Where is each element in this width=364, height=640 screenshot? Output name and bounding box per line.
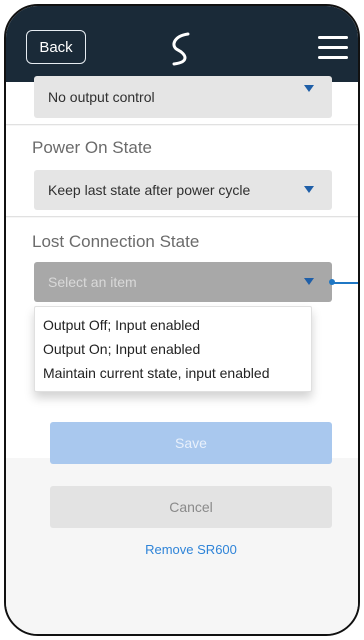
hamburger-menu-icon[interactable]: [318, 36, 348, 59]
lost-connection-placeholder: Select an item: [48, 274, 137, 290]
back-button[interactable]: Back: [26, 30, 86, 64]
output-control-select[interactable]: No output control: [34, 76, 332, 118]
cancel-button[interactable]: Cancel: [50, 486, 332, 528]
app-header: Back: [6, 6, 358, 82]
dropdown-option[interactable]: Maintain current state, input enabled: [35, 361, 311, 385]
remove-device-link[interactable]: Remove SR600: [50, 542, 332, 557]
chevron-down-icon: [304, 85, 314, 92]
power-on-state-select[interactable]: Keep last state after power cycle: [34, 170, 332, 210]
power-on-state-value: Keep last state after power cycle: [48, 182, 251, 198]
phone-frame: Back No output control Power On State Ke…: [4, 4, 360, 636]
lost-connection-label: Lost Connection State: [32, 232, 200, 251]
callout-line: [332, 282, 358, 284]
save-button[interactable]: Save: [50, 422, 332, 464]
power-on-state-section: Power On State Keep last state after pow…: [6, 126, 358, 217]
dropdown-option[interactable]: Output On; Input enabled: [35, 337, 311, 361]
output-control-section: No output control: [6, 76, 358, 125]
lost-connection-select[interactable]: Select an item: [34, 262, 332, 302]
settings-content: No output control Power On State Keep la…: [6, 76, 358, 634]
swirl-logo: [172, 32, 190, 66]
power-on-state-label: Power On State: [32, 138, 153, 157]
lost-connection-dropdown: Output Off; Input enabled Output On; Inp…: [34, 306, 312, 392]
chevron-down-icon: [304, 278, 314, 285]
dropdown-option[interactable]: Output Off; Input enabled: [35, 313, 311, 337]
output-control-value: No output control: [48, 89, 155, 105]
chevron-down-icon: [304, 186, 314, 193]
